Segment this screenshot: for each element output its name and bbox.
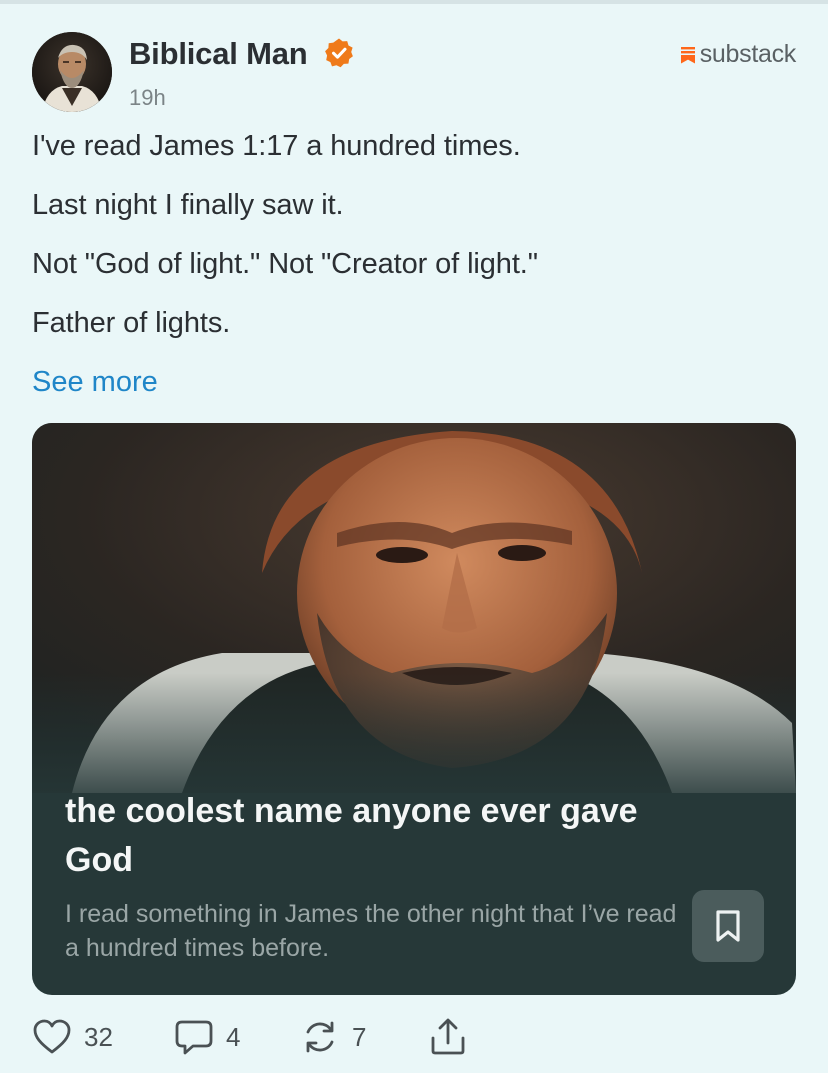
article-card[interactable]: the coolest name anyone ever gave God I … bbox=[32, 423, 796, 995]
verified-badge-icon bbox=[325, 38, 353, 68]
see-more-link[interactable]: See more bbox=[32, 366, 158, 399]
share-icon bbox=[431, 1018, 465, 1055]
comment-icon bbox=[175, 1020, 213, 1055]
article-title[interactable]: the coolest name anyone ever gave God bbox=[65, 787, 685, 885]
top-divider bbox=[0, 0, 828, 4]
article-description: I read something in James the other nigh… bbox=[65, 900, 677, 962]
post-paragraph: I've read James 1:17 a hundred times. bbox=[32, 130, 521, 162]
bookmark-button[interactable] bbox=[692, 890, 764, 962]
substack-logo-icon bbox=[680, 46, 695, 63]
comment-button[interactable]: 4 bbox=[174, 1018, 240, 1056]
avatar-image bbox=[32, 32, 112, 112]
bookmark-icon bbox=[716, 910, 740, 942]
post-paragraph: Not "God of light." Not "Creator of ligh… bbox=[32, 248, 538, 280]
like-button[interactable]: 32 bbox=[32, 1018, 113, 1056]
post-timestamp: 19h bbox=[129, 85, 166, 110]
heart-icon bbox=[33, 1019, 71, 1054]
author-name[interactable]: Biblical Man bbox=[129, 36, 308, 72]
restack-icon bbox=[306, 1021, 334, 1053]
like-count: 32 bbox=[84, 1021, 113, 1052]
substack-link[interactable]: substack bbox=[680, 40, 796, 69]
post-paragraph: Last night I finally saw it. bbox=[32, 189, 344, 221]
comment-count: 4 bbox=[226, 1021, 241, 1052]
share-button[interactable] bbox=[428, 1018, 468, 1056]
post-header: Biblical Man 19h substack bbox=[32, 30, 796, 114]
restack-button[interactable]: 7 bbox=[300, 1018, 366, 1056]
avatar[interactable] bbox=[32, 32, 112, 112]
substack-label: substack bbox=[699, 40, 797, 68]
post-actions: 32 4 7 bbox=[32, 1018, 532, 1062]
post-paragraph: Father of lights. bbox=[32, 307, 231, 339]
restack-count: 7 bbox=[352, 1021, 367, 1052]
